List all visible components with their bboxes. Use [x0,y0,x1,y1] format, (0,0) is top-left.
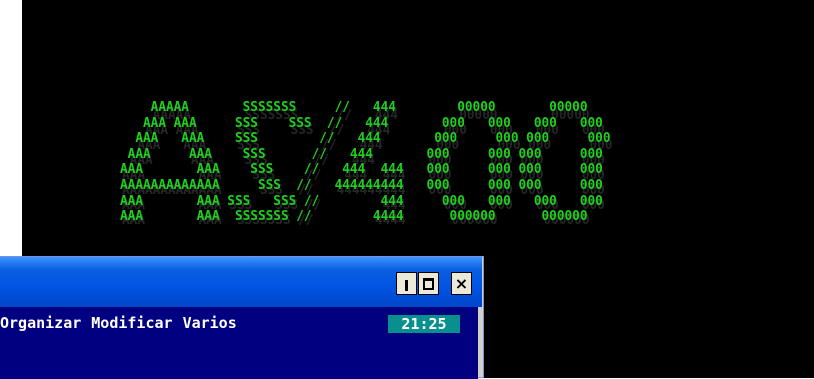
clock-display: 21:25 [388,315,460,333]
menu-modificar[interactable]: Modificar [91,313,172,333]
menu-organizar[interactable]: Organizar [0,313,81,333]
application-window: × Organizar Modificar Varios 21:25 [0,256,484,379]
maximize-button[interactable] [418,272,439,295]
maximize-icon [423,277,434,290]
window-client-area: Organizar Modificar Varios 21:25 [0,307,478,379]
close-icon: × [454,273,469,293]
title-bar[interactable]: × [0,257,482,307]
menu-bar: Organizar Modificar Varios [0,313,237,333]
close-button[interactable]: × [451,272,472,295]
menu-varios[interactable]: Varios [183,313,237,333]
minimize-icon [405,279,408,291]
minimize-button[interactable] [396,272,417,295]
ascii-banner: AAAAA SSSSSSS // 444 00000 00000 AAA AAA… [120,99,611,225]
